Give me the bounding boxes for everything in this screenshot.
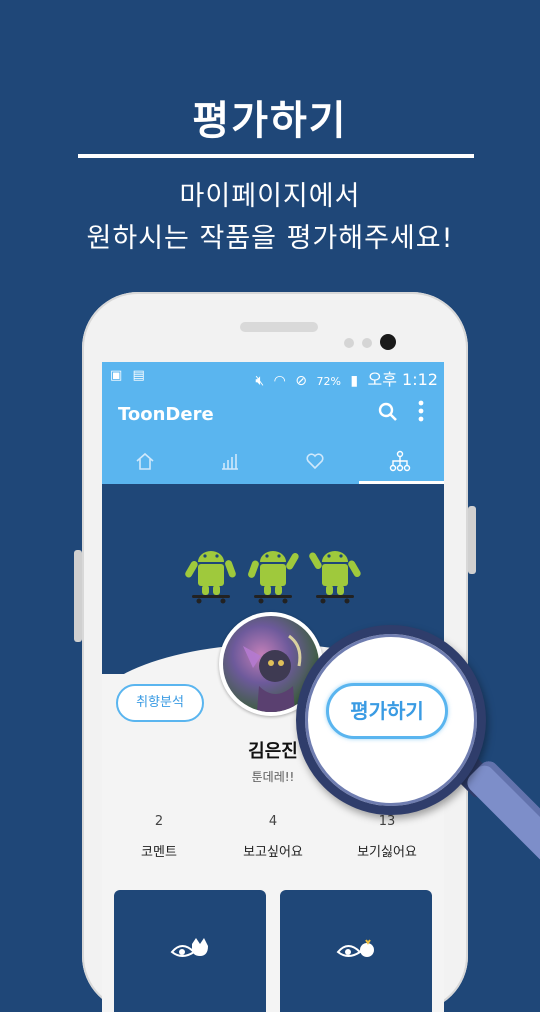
- magnifier-handle: [463, 757, 540, 867]
- promo-subtitle-line1: 마이페이지에서: [179, 181, 361, 212]
- android-skateboard-icon: [248, 551, 299, 604]
- taste-analysis-button[interactable]: 취향분석: [116, 684, 204, 722]
- eye-chick-icon: [336, 939, 374, 957]
- battery-charging-icon: ▮: [350, 373, 359, 389]
- phone-speaker: [240, 322, 318, 332]
- android-skateboard-icon: [309, 551, 361, 604]
- search-icon[interactable]: [378, 402, 398, 427]
- stat-want-to-see[interactable]: 4 보고싶어요: [216, 814, 330, 860]
- tab-ranking[interactable]: [187, 440, 272, 484]
- stat-comments[interactable]: 2 코멘트: [102, 814, 216, 860]
- app-title: ToonDere: [118, 404, 214, 425]
- app-bar: ToonDere: [102, 390, 444, 440]
- more-vertical-icon[interactable]: [418, 400, 424, 427]
- promo-subtitle-line2: 원하시는 작품을 평가해주세요!: [86, 223, 454, 254]
- no-disturb-icon: ⊘: [295, 373, 307, 389]
- android-skateboard-icon: [185, 551, 236, 604]
- stat-dont-want[interactable]: 13 보기싫어요: [330, 814, 444, 860]
- tab-favorites[interactable]: [272, 440, 357, 484]
- status-right: 🔇︎ ◠ ⊘ 72% ▮ 오후 1:12: [250, 366, 438, 390]
- network-icon: [389, 450, 410, 472]
- tab-mypage[interactable]: [357, 440, 442, 484]
- content-card[interactable]: [114, 890, 266, 1012]
- stat-label: 보기싫어요: [357, 845, 417, 860]
- phone-camera: [380, 334, 396, 350]
- phone-sensor: [344, 338, 354, 348]
- wifi-icon: ◠: [273, 373, 286, 389]
- phone-volume-button: [74, 550, 82, 642]
- chart-icon: [221, 454, 238, 470]
- status-bar: ▣ ▤ 🔇︎ ◠ ⊘ 72% ▮ 오후 1:12: [102, 362, 444, 390]
- status-time: 오후 1:12: [367, 370, 438, 389]
- content-card[interactable]: [280, 890, 432, 1012]
- stat-label: 보고싶어요: [243, 845, 303, 860]
- image-icon: ▣: [110, 368, 123, 383]
- rate-button-magnified[interactable]: 평가하기: [326, 683, 448, 739]
- tab-home[interactable]: [102, 440, 187, 484]
- stat-label: 코멘트: [141, 845, 177, 860]
- phone-power-button: [468, 506, 476, 574]
- headline-divider: [78, 154, 474, 158]
- heart-icon: [305, 453, 324, 470]
- battery-percent: 72%: [316, 375, 341, 388]
- mute-icon: 🔇︎: [255, 373, 265, 389]
- phone-sensor: [362, 338, 372, 348]
- stat-value: 4: [268, 814, 278, 829]
- stat-value: 2: [154, 814, 164, 829]
- promo-headline: 평가하기: [192, 98, 348, 144]
- tab-bar: [102, 440, 444, 484]
- home-icon: [135, 452, 154, 470]
- status-left-icons: ▣ ▤: [110, 368, 145, 383]
- eye-cat-icon: [170, 938, 208, 957]
- notification-icon: ▤: [132, 368, 145, 383]
- stat-value: 13: [378, 814, 396, 829]
